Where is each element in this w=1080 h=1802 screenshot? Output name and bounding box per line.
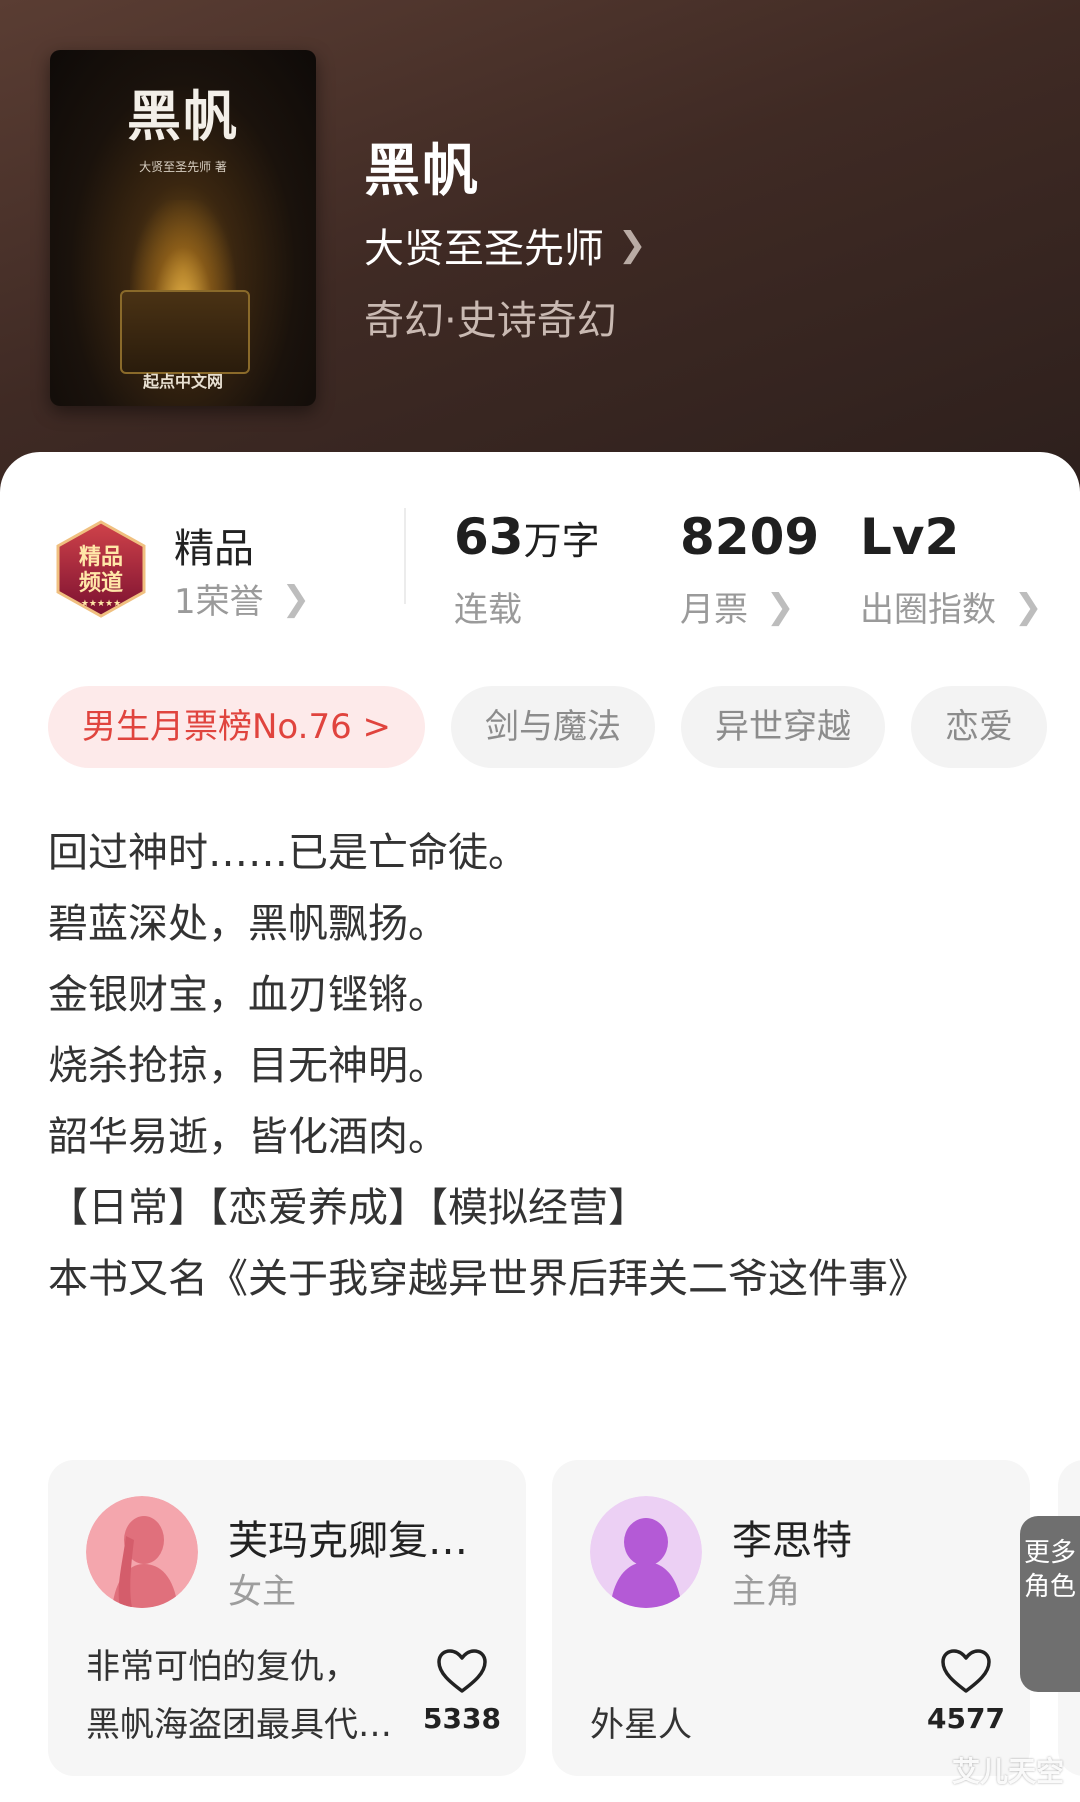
- character-description-line: 非常可怕的复仇，: [86, 1647, 358, 1687]
- word-count-value: 63: [454, 508, 524, 566]
- monthly-tickets-link[interactable]: 月票 ❯: [680, 582, 795, 631]
- watermark: 艾儿天空: [951, 1755, 1064, 1788]
- like-button[interactable]: 4577: [926, 1648, 1006, 1735]
- cover-publisher: 起点中文网: [142, 372, 223, 391]
- synopsis[interactable]: 回过神时……已是亡命徒。 碧蓝深处，黑帆飘扬。 金银财宝，血刃铿锵。 烧杀抢掠，…: [48, 818, 998, 1315]
- character-role: 主角: [732, 1572, 800, 1612]
- chevron-right-icon: ❯: [1014, 586, 1043, 627]
- synopsis-line: 【日常】【恋爱养成】【模拟经营】: [48, 1185, 648, 1231]
- word-count: 63万字: [454, 508, 600, 566]
- character-description-line: 黑帆海盗团最具代…: [86, 1705, 392, 1745]
- monthly-tickets-value: 8209: [680, 508, 820, 566]
- honor-link[interactable]: 1荣誉 ❯: [174, 574, 310, 623]
- serial-status: 连载: [454, 582, 522, 631]
- serial-status-label: 连载: [454, 590, 522, 630]
- author-link[interactable]: 大贤至圣先师 ❯: [364, 216, 647, 274]
- character-avatar: [590, 1496, 702, 1608]
- synopsis-line: 本书又名《关于我穿越异世界后拜关二爷这件事》: [48, 1256, 928, 1302]
- tag-row: 男生月票榜No.76 > 剑与魔法 异世穿越 恋爱: [48, 686, 1073, 768]
- character-description-line: 外星人: [590, 1705, 692, 1745]
- svg-text:频道: 频道: [79, 570, 123, 596]
- book-cover[interactable]: 黑帆 大贤至圣先师 著 起点中文网: [50, 50, 316, 406]
- synopsis-line: 烧杀抢掠，目无神明。: [48, 1043, 448, 1089]
- cover-title: 黑帆: [127, 84, 239, 148]
- book-header: 黑帆 大贤至圣先师 著 起点中文网 黑帆 大贤至圣先师 ❯ 奇幻·史诗奇幻: [0, 0, 1080, 520]
- tag-transmigration[interactable]: 异世穿越: [681, 686, 886, 768]
- circle-index-label: 出圈指数: [860, 590, 996, 630]
- word-count-unit: 万字: [523, 519, 600, 563]
- quality-badge-icon[interactable]: 精品 频道 ★★★★★: [50, 518, 152, 620]
- cover-author: 大贤至圣先师 著: [139, 160, 227, 174]
- like-count: 4577: [927, 1702, 1005, 1735]
- chevron-right-icon: ❯: [618, 225, 647, 265]
- heart-icon: [941, 1649, 991, 1693]
- tag-rank[interactable]: 男生月票榜No.76 >: [48, 686, 426, 768]
- circle-index-value: Lv2: [860, 508, 960, 566]
- more-roles-button[interactable]: 更多角色: [1020, 1516, 1080, 1692]
- tag-romance[interactable]: 恋爱: [911, 686, 1048, 768]
- character-name: 李思特: [732, 1518, 852, 1564]
- heart-icon: [437, 1649, 487, 1693]
- like-button[interactable]: 5338: [422, 1648, 502, 1735]
- synopsis-line: 韶华易逝，皆化酒肉。: [48, 1114, 448, 1160]
- stats-divider: [404, 508, 406, 604]
- author-name: 大贤至圣先师: [364, 226, 604, 272]
- honor-count: 1荣誉: [174, 582, 264, 622]
- synopsis-line: 回过神时……已是亡命徒。: [48, 830, 528, 876]
- synopsis-line: 金银财宝，血刃铿锵。: [48, 972, 448, 1018]
- character-avatar: [86, 1496, 198, 1608]
- character-role: 女主: [228, 1572, 296, 1612]
- chevron-right-icon: ❯: [766, 586, 795, 627]
- book-title: 黑帆: [364, 139, 480, 204]
- quality-label: 精品: [174, 526, 254, 572]
- like-count: 5338: [423, 1702, 501, 1735]
- cover-treasure-chest: [120, 290, 250, 374]
- character-description: 非常可怕的复仇， 黑帆海盗团最具代…: [86, 1638, 392, 1754]
- tag-sword-magic[interactable]: 剑与魔法: [451, 686, 656, 768]
- character-card[interactable]: 芙玛克卿复… 女主 非常可怕的复仇， 黑帆海盗团最具代… 5338: [48, 1460, 526, 1776]
- character-name: 芙玛克卿复…: [228, 1518, 468, 1564]
- chevron-right-icon: ❯: [281, 578, 311, 619]
- monthly-tickets-label: 月票: [680, 590, 748, 630]
- circle-index-link[interactable]: 出圈指数 ❯: [860, 582, 1043, 631]
- svg-text:精品: 精品: [79, 544, 123, 570]
- character-description: 外星人: [590, 1696, 692, 1754]
- character-card[interactable]: 李思特 主角 外星人 4577: [552, 1460, 1030, 1776]
- synopsis-line: 碧蓝深处，黑帆飘扬。: [48, 901, 448, 947]
- book-genre: 奇幻·史诗奇幻: [364, 298, 617, 344]
- svg-text:★★★★★: ★★★★★: [81, 599, 121, 609]
